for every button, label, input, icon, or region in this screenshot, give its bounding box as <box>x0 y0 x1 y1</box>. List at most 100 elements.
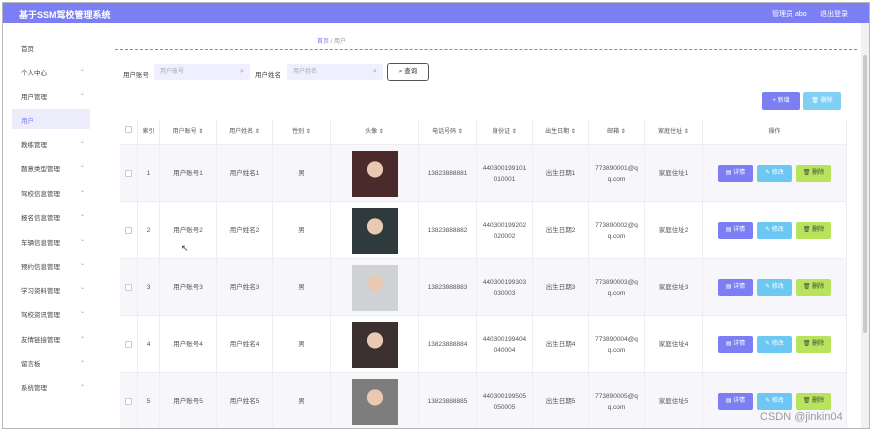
cell-id-card: 440300199303030003 <box>477 259 533 316</box>
pencil-icon: ✎ <box>765 341 772 347</box>
row-checkbox[interactable] <box>125 398 132 405</box>
cell-email: 773890004@qq.com <box>589 316 645 373</box>
bulk-delete-button[interactable]: 🗑 删除 <box>803 92 841 110</box>
phone-value: 13823888882 <box>427 227 468 234</box>
sidebar-item-label: 预约信息管理 <box>21 264 60 271</box>
logout-link[interactable]: 退出登录 <box>820 9 848 19</box>
gender-value: 男 <box>298 341 305 348</box>
phone-value: 13823888883 <box>427 284 468 291</box>
sidebar-item[interactable]: 留言板 ⌄ <box>12 352 90 372</box>
app-title: 基于SSM驾校管理系统 <box>19 10 111 20</box>
row-checkbox[interactable] <box>125 341 132 348</box>
account-value: 用户账号1 <box>173 170 203 177</box>
delete-button[interactable]: 🗑 删除 <box>796 165 831 182</box>
cell-id-card: 440300199202020002 <box>477 202 533 259</box>
sidebar-item[interactable]: 友情链接管理 ⌄ <box>12 328 90 348</box>
trash-icon: 🗑 <box>802 227 813 233</box>
id-card-value: 440300199101010001 <box>482 164 527 183</box>
watermark: CSDN @jinkin04 <box>760 411 843 423</box>
current-user[interactable]: 管理员 abo <box>772 9 807 19</box>
breadcrumb-home[interactable]: 首页 <box>317 39 329 45</box>
detail-button[interactable]: ▤ 详情 <box>718 165 753 182</box>
detail-button[interactable]: ▤ 详情 <box>718 279 753 296</box>
edit-button[interactable]: ✎ 修改 <box>757 336 792 353</box>
column-header: 操作 <box>703 119 847 145</box>
scrollbar-thumb[interactable] <box>863 55 867 333</box>
trash-icon: 🗑 <box>811 98 821 104</box>
column-header[interactable]: 用户账号 ⇕ <box>160 119 217 145</box>
cell-name: 用户姓名1 <box>217 145 273 202</box>
edit-button-label: 修改 <box>771 170 784 176</box>
column-header[interactable]: 性别 ⇕ <box>273 119 331 145</box>
row-checkbox[interactable] <box>125 284 132 291</box>
delete-button[interactable]: 🗑 删除 <box>796 279 831 296</box>
column-header[interactable] <box>120 119 138 145</box>
delete-button[interactable]: 🗑 删除 <box>796 393 831 410</box>
edit-button[interactable]: ✎ 修改 <box>757 222 792 239</box>
chevron-down-icon: ⌄ <box>80 139 86 145</box>
vertical-scrollbar[interactable] <box>861 23 869 428</box>
row-checkbox[interactable] <box>125 227 132 234</box>
edit-button[interactable]: ✎ 修改 <box>757 165 792 182</box>
query-button[interactable]: ⌕ 查询 <box>387 63 429 81</box>
email-value: 773890003@qq.com <box>595 278 638 297</box>
search-icon: ⌕ <box>240 68 244 75</box>
sidebar-item[interactable]: 预约信息管理 ⌄ <box>12 255 90 275</box>
address-value: 家庭住址3 <box>658 284 689 291</box>
sidebar-item[interactable]: 用户管理 ⌄ <box>12 85 90 105</box>
gender-value: 男 <box>298 284 305 291</box>
column-header[interactable]: 出生日期 ⇕ <box>533 119 589 145</box>
birth-value: 出生日期4 <box>545 341 576 348</box>
id-card-value: 440300199202020002 <box>482 221 527 240</box>
sidebar-item[interactable]: 学习资料管理 ⌄ <box>12 279 90 299</box>
sidebar-item-label: 教练管理 <box>21 142 47 149</box>
edit-button[interactable]: ✎ 修改 <box>757 393 792 410</box>
column-header[interactable]: 用户姓名 ⇕ <box>217 119 273 145</box>
sidebar-item[interactable]: 报名信息管理 ⌄ <box>12 206 90 226</box>
address-value: 家庭住址2 <box>658 227 689 234</box>
edit-button[interactable]: ✎ 修改 <box>757 279 792 296</box>
sidebar-item[interactable]: 教练管理 ⌄ <box>12 133 90 153</box>
sidebar-item[interactable]: 个人中心 ⌄ <box>12 61 90 81</box>
column-header[interactable]: 邮箱 ⇕ <box>589 119 645 145</box>
column-header[interactable]: 身份证 ⇕ <box>477 119 533 145</box>
table-row: 4 用户账号4 用户姓名4 男 13823888884 44030019940404000… <box>120 316 847 373</box>
column-header[interactable]: 头像 ⇕ <box>331 119 419 145</box>
detail-button[interactable]: ▤ 详情 <box>718 336 753 353</box>
cell-phone: 13823888883 <box>419 259 477 316</box>
column-header[interactable]: 家庭住址 ⇕ <box>645 119 703 145</box>
column-header[interactable]: 电话号码 ⇕ <box>419 119 477 145</box>
select-all-checkbox[interactable] <box>125 126 132 133</box>
sidebar-item[interactable]: 驾校信息管理 ⌄ <box>12 182 90 202</box>
table-row: 5 用户账号5 用户姓名5 男 13823888885 44030019950505000… <box>120 373 847 428</box>
delete-button[interactable]: 🗑 删除 <box>796 336 831 353</box>
cell-birth: 出生日期1 <box>533 145 589 202</box>
account-search-input[interactable] <box>154 64 250 80</box>
detail-button[interactable]: ▤ 详情 <box>718 222 753 239</box>
detail-button-label: 详情 <box>733 341 746 347</box>
sidebar-item[interactable]: 系统管理 ⌄ <box>12 376 90 396</box>
delete-button[interactable]: 🗑 删除 <box>796 222 831 239</box>
search-icon: ⌕ <box>373 68 377 75</box>
detail-button[interactable]: ▤ 详情 <box>718 393 753 410</box>
cell-phone: 13823888884 <box>419 316 477 373</box>
cell-index: 1 <box>138 145 160 202</box>
sidebar-item[interactable]: 车辆信息管理 ⌄ <box>12 231 90 251</box>
row-checkbox[interactable] <box>125 170 132 177</box>
cell-gender: 男 <box>273 259 331 316</box>
sidebar-item-label: 用户管理 <box>21 94 47 101</box>
cell-birth: 出生日期5 <box>533 373 589 428</box>
sidebar-item-label: 报名信息管理 <box>21 215 60 222</box>
cell-id-card: 440300199505050005 <box>477 373 533 428</box>
account-label: 用户账号 <box>123 72 149 79</box>
add-button[interactable]: + 新增 <box>762 92 800 110</box>
sidebar-item[interactable]: 驾校资讯管理 ⌄ <box>12 303 90 323</box>
sidebar-item[interactable]: 题意类型管理 ⌄ <box>12 157 90 177</box>
name-search-input[interactable] <box>287 64 383 80</box>
sidebar-item[interactable]: 首页 <box>12 37 90 57</box>
email-value: 773890005@qq.com <box>595 392 638 411</box>
index-value: 1 <box>146 170 151 177</box>
avatar-cell <box>331 316 419 373</box>
sidebar-item[interactable]: 用户 <box>12 109 90 129</box>
id-card-value: 440300199303030003 <box>482 278 527 297</box>
